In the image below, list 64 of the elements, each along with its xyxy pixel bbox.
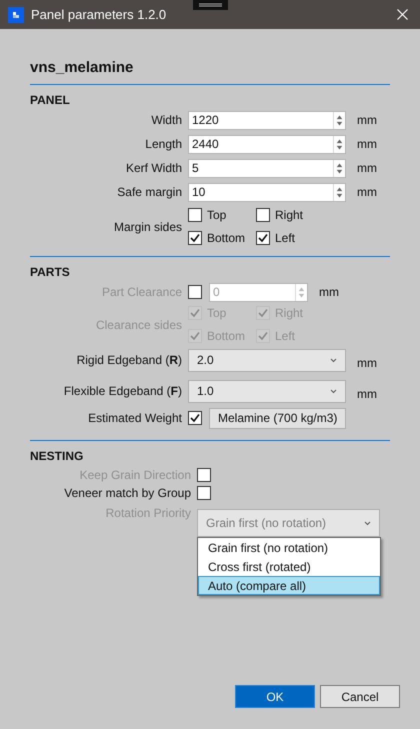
checkbox[interactable] — [197, 486, 211, 500]
field-label: Estimated Weight — [87, 410, 183, 427]
field-label: Safe margin — [116, 184, 183, 201]
checkbox-label: Bottom — [207, 328, 246, 345]
checkbox-label: Top — [207, 305, 226, 322]
field-label: Rigid Edgeband (R) — [76, 352, 183, 369]
checkbox-label: Top — [207, 207, 226, 224]
checkbox-label: Bottom — [207, 230, 246, 247]
unit-label: mm — [357, 136, 377, 153]
cancel-button[interactable]: Cancel — [320, 685, 400, 708]
checkbox-label: Right — [275, 305, 304, 322]
material-button[interactable]: Melamine (700 kg/m3) — [209, 408, 346, 428]
spinner-arrows-icon[interactable] — [333, 112, 345, 128]
checkbox-label: Right — [275, 207, 304, 224]
chevron-down-icon — [330, 358, 337, 362]
unit-label: mm — [357, 160, 377, 177]
field-label: Rotation Priority — [104, 505, 192, 522]
number-field[interactable]: 1220 — [188, 110, 346, 130]
close-icon[interactable] — [397, 9, 408, 20]
number-field[interactable]: 10 — [188, 182, 346, 202]
checkbox[interactable] — [188, 208, 202, 222]
field-label: Clearance sides — [94, 316, 183, 334]
check-icon — [258, 308, 268, 318]
spinner-arrows-icon[interactable] — [333, 136, 345, 152]
check-icon — [190, 331, 200, 341]
dropdown[interactable]: 1.0 — [188, 380, 346, 402]
field-label: Part Clearance — [100, 284, 183, 301]
number-field[interactable]: 5 — [188, 158, 346, 178]
number-field[interactable]: 2440 — [188, 134, 346, 154]
spinner-arrows-icon[interactable] — [333, 184, 345, 200]
field-label: Flexible Edgeband (F) — [62, 383, 183, 400]
section-title: PANEL — [30, 93, 71, 107]
field-label: Veneer match by Group — [63, 485, 192, 502]
chevron-down-icon — [330, 388, 337, 394]
unit-label: mm — [319, 284, 339, 301]
unit-label: mm — [357, 112, 377, 129]
window-title: Panel parameters 1.2.0 — [31, 6, 166, 24]
checkbox[interactable] — [256, 231, 270, 245]
field-label: Width — [150, 112, 183, 129]
checkbox[interactable] — [256, 208, 270, 222]
unit-label: mm — [357, 356, 377, 370]
unit-label: mm — [357, 184, 377, 201]
chevron-down-icon — [364, 520, 371, 526]
panel-heading: vns_melamine — [30, 59, 134, 77]
dropdown[interactable]: 2.0 — [188, 348, 346, 372]
checkbox[interactable] — [188, 231, 202, 245]
section-title: PARTS — [30, 265, 71, 279]
spinner-arrows-icon[interactable] — [333, 160, 345, 176]
checkbox-label: Left — [275, 328, 296, 345]
check-icon — [190, 233, 200, 243]
field-label: Kerf Width — [124, 160, 183, 177]
unit-label: mm — [357, 387, 377, 401]
checkbox-label: Left — [275, 230, 296, 247]
check-icon — [190, 413, 200, 423]
field-label: Margin sides — [112, 218, 183, 236]
check-icon — [258, 233, 268, 243]
drag-handle-icon[interactable] — [193, 0, 228, 10]
field-label: Keep Grain Direction — [78, 467, 192, 484]
checkbox[interactable] — [188, 411, 202, 425]
section-title: NESTING — [30, 449, 84, 463]
field-label: Length — [144, 136, 183, 153]
check-icon — [258, 331, 268, 341]
check-icon — [190, 308, 200, 318]
ok-button[interactable]: OK — [235, 685, 315, 708]
